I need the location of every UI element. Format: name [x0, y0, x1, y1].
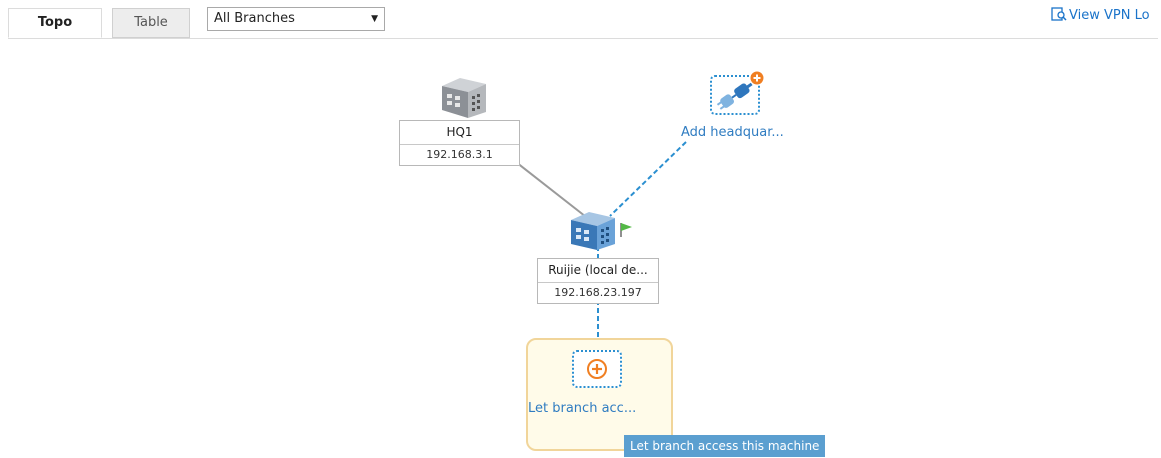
- plus-circle-icon: [587, 359, 607, 379]
- hq-node-ip: 192.168.3.1: [426, 148, 493, 161]
- building-icon: [442, 78, 486, 118]
- hq-node-label[interactable]: HQ1 192.168.3.1: [399, 120, 520, 166]
- add-headquarters-link[interactable]: Add headquar...: [681, 125, 784, 140]
- building-icon: [571, 212, 615, 250]
- flag-icon: [620, 223, 632, 237]
- local-node-ip: 192.168.23.197: [554, 286, 642, 299]
- headquarters-dashed-link: [609, 141, 687, 217]
- local-node-label[interactable]: Ruijie (local de... 192.168.23.197: [537, 258, 659, 304]
- branch-access-link[interactable]: Let branch acc...: [528, 401, 636, 416]
- branch-access-button[interactable]: [572, 350, 622, 388]
- hq-node-name: HQ1: [400, 121, 519, 145]
- vpn-topology-view: Topo Table All Branches ▼ View VPN Lo HQ…: [0, 0, 1161, 458]
- local-node-name: Ruijie (local de...: [538, 259, 658, 283]
- plus-badge-icon: [750, 71, 764, 85]
- branch-access-tooltip: Let branch access this machine: [624, 435, 826, 457]
